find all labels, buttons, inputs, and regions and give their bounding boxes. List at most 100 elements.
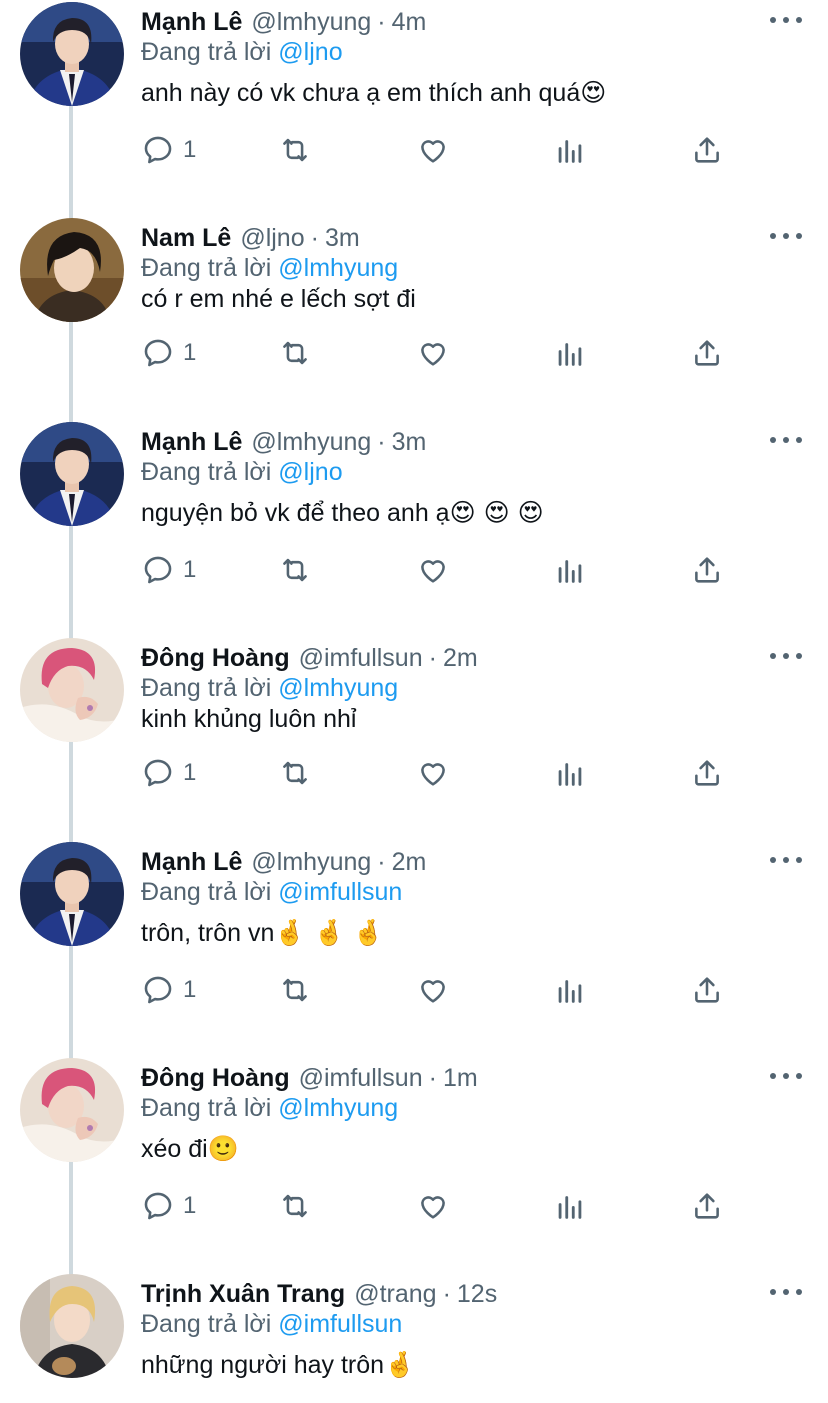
tweet-time[interactable]: 3m: [325, 224, 360, 253]
reply-button[interactable]: 1: [141, 1186, 196, 1226]
like-button[interactable]: [416, 1186, 450, 1226]
more-icon[interactable]: [770, 1064, 802, 1088]
avatar[interactable]: [20, 842, 124, 946]
mention-link[interactable]: @ljno: [278, 38, 342, 66]
avatar[interactable]: [20, 422, 124, 526]
like-button[interactable]: [416, 130, 450, 170]
more-icon[interactable]: [770, 644, 802, 668]
tweet[interactable]: Nam Lê @ljno · 3m Đang trả lời @lmhyung …: [0, 218, 828, 397]
tweet-actions: 1: [141, 970, 741, 1010]
reply-icon: [144, 136, 172, 164]
share-icon: [695, 977, 719, 1003]
tweet-emoji: 🤞: [384, 1350, 416, 1379]
analytics-button[interactable]: [553, 753, 587, 793]
tweet-emoji: 😍: [580, 78, 607, 107]
avatar[interactable]: [20, 2, 124, 106]
replying-to-label: Đang trả lời: [141, 38, 272, 66]
author-name[interactable]: Mạnh Lê: [141, 428, 242, 457]
tweet[interactable]: Trịnh Xuân Trang @trang · 12s Đang trả l…: [0, 1274, 828, 1403]
author-name[interactable]: Nam Lê: [141, 224, 231, 253]
mention-link[interactable]: @lmhyung: [278, 254, 398, 282]
share-icon: [695, 1193, 719, 1219]
mention-link[interactable]: @imfullsun: [278, 1310, 402, 1338]
share-button[interactable]: [690, 130, 724, 170]
analytics-icon: [558, 560, 582, 583]
tweet-text-content: trôn, trôn vn: [141, 919, 275, 947]
author-handle[interactable]: @ljno: [240, 224, 304, 253]
tweet-time[interactable]: 2m: [443, 644, 478, 673]
share-button[interactable]: [690, 333, 724, 373]
author-name[interactable]: Mạnh Lê: [141, 848, 242, 877]
tweet-time[interactable]: 1m: [443, 1064, 478, 1093]
more-icon[interactable]: [770, 428, 802, 452]
like-button[interactable]: [416, 333, 450, 373]
like-button[interactable]: [416, 550, 450, 590]
replying-to: Đang trả lời @lmhyung: [141, 254, 398, 283]
retweet-button[interactable]: [278, 970, 312, 1010]
author-handle[interactable]: @lmhyung: [251, 848, 371, 877]
analytics-button[interactable]: [553, 1186, 587, 1226]
share-button[interactable]: [690, 550, 724, 590]
tweet-actions: 1: [141, 130, 741, 170]
tweet[interactable]: Mạnh Lê @lmhyung · 3m Đang trả lời @ljno…: [0, 422, 828, 614]
reply-button[interactable]: 1: [141, 333, 196, 373]
author-handle[interactable]: @trang: [354, 1280, 436, 1309]
share-button[interactable]: [690, 753, 724, 793]
more-icon[interactable]: [770, 1280, 802, 1304]
author-name[interactable]: Trịnh Xuân Trang: [141, 1280, 345, 1309]
avatar[interactable]: [20, 1274, 124, 1378]
tweet[interactable]: Đông Hoàng @imfullsun · 2m Đang trả lời …: [0, 638, 828, 817]
reply-button[interactable]: 1: [141, 130, 196, 170]
analytics-button[interactable]: [553, 550, 587, 590]
retweet-button[interactable]: [278, 550, 312, 590]
like-icon: [421, 343, 445, 366]
mention-link[interactable]: @lmhyung: [278, 674, 398, 702]
tweet[interactable]: Mạnh Lê @lmhyung · 2m Đang trả lời @imfu…: [0, 842, 828, 1034]
retweet-button[interactable]: [278, 753, 312, 793]
like-button[interactable]: [416, 970, 450, 1010]
like-button[interactable]: [416, 753, 450, 793]
mention-link[interactable]: @lmhyung: [278, 1094, 398, 1122]
avatar[interactable]: [20, 218, 124, 322]
author-handle[interactable]: @imfullsun: [299, 1064, 423, 1093]
analytics-icon: [558, 1196, 582, 1219]
avatar[interactable]: [20, 638, 124, 742]
retweet-button[interactable]: [278, 130, 312, 170]
reply-button[interactable]: 1: [141, 550, 196, 590]
avatar[interactable]: [20, 1058, 124, 1162]
analytics-button[interactable]: [553, 970, 587, 1010]
retweet-button[interactable]: [278, 333, 312, 373]
mention-link[interactable]: @ljno: [278, 458, 342, 486]
tweet-time[interactable]: 3m: [392, 428, 427, 457]
author-handle[interactable]: @imfullsun: [299, 644, 423, 673]
tweet-header: Mạnh Lê @lmhyung · 4m: [141, 2, 426, 42]
author-name[interactable]: Mạnh Lê: [141, 8, 242, 37]
retweet-button[interactable]: [278, 1186, 312, 1226]
retweet-icon: [283, 138, 307, 162]
author-handle[interactable]: @lmhyung: [251, 428, 371, 457]
share-button[interactable]: [690, 1186, 724, 1226]
author-handle[interactable]: @lmhyung: [251, 8, 371, 37]
more-icon[interactable]: [770, 848, 802, 872]
tweet-text: kinh khủng luôn nhỉ: [141, 704, 356, 734]
like-icon: [421, 980, 445, 1003]
replying-to: Đang trả lời @imfullsun: [141, 1310, 402, 1339]
analytics-button[interactable]: [553, 130, 587, 170]
analytics-icon: [558, 343, 582, 366]
author-name[interactable]: Đông Hoàng: [141, 644, 290, 673]
replying-to-label: Đang trả lời: [141, 878, 272, 906]
mention-link[interactable]: @imfullsun: [278, 878, 402, 906]
tweet-time[interactable]: 2m: [392, 848, 427, 877]
more-icon[interactable]: [770, 224, 802, 248]
analytics-button[interactable]: [553, 333, 587, 373]
tweet-time[interactable]: 12s: [457, 1280, 497, 1309]
tweet[interactable]: Mạnh Lê @lmhyung · 4m Đang trả lời @ljno…: [0, 2, 828, 194]
tweet[interactable]: Đông Hoàng @imfullsun · 1m Đang trả lời …: [0, 1058, 828, 1250]
author-name[interactable]: Đông Hoàng: [141, 1064, 290, 1093]
more-icon[interactable]: [770, 8, 802, 32]
share-button[interactable]: [690, 970, 724, 1010]
reply-button[interactable]: 1: [141, 970, 196, 1010]
tweet-time[interactable]: 4m: [392, 8, 427, 37]
reply-icon: [144, 759, 172, 787]
reply-button[interactable]: 1: [141, 753, 196, 793]
